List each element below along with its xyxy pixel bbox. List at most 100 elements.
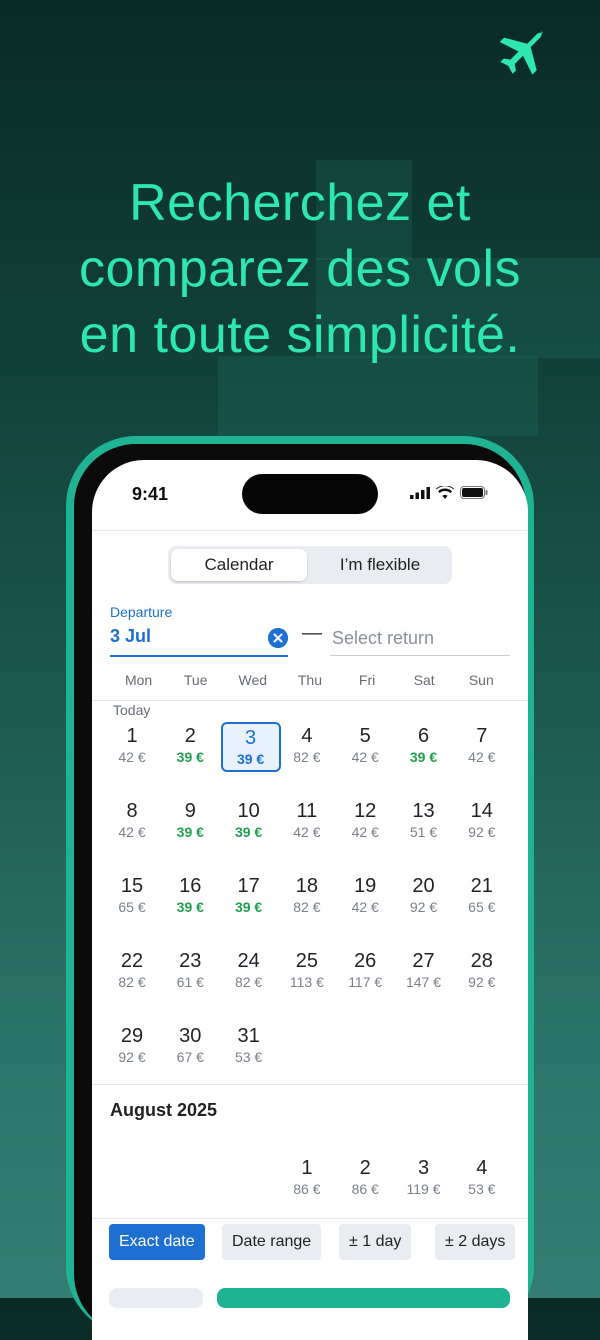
tab-calendar[interactable]: Calendar (171, 549, 307, 581)
day-number: 14 (470, 800, 493, 822)
primary-button[interactable] (217, 1288, 510, 1308)
calendar-day[interactable]: 14 92 € (454, 799, 510, 841)
calendar-day[interactable]: 24 82 € (221, 949, 277, 991)
calendar-day[interactable]: 17 39 € (221, 874, 277, 916)
month-divider (92, 1084, 528, 1085)
day-number: 16 (179, 875, 202, 897)
day-price: 82 € (234, 974, 263, 990)
day-number: 20 (412, 875, 435, 897)
calendar-day[interactable]: 2 39 € (162, 724, 218, 766)
day-price: 42 € (468, 749, 496, 765)
day-number: 27 (412, 950, 435, 972)
day-number: 3 (417, 1157, 430, 1179)
day-price: 82 € (118, 974, 146, 990)
day-number: 3 (245, 727, 257, 749)
calendar-day-selected[interactable]: 3 39 € (220, 722, 281, 772)
calendar-day[interactable]: 9 39 € (162, 799, 218, 841)
calendar-day[interactable]: 10 39 € (221, 799, 277, 841)
day-price: 92 € (409, 899, 438, 915)
departure-input[interactable]: 3 Jul (110, 626, 151, 647)
weekday-label: Sun (468, 672, 494, 688)
day-price: 42 € (118, 824, 146, 840)
calendar-day[interactable]: 7 42 € (454, 724, 510, 766)
calendar-mode-switch: Calendar I’m flexible (168, 546, 452, 584)
day-price: 53 € (234, 1049, 263, 1065)
day-number: 29 (120, 1025, 144, 1047)
return-input[interactable]: Select return (332, 628, 434, 649)
calendar-day[interactable]: 4 53 € (454, 1156, 510, 1198)
calendar-day[interactable]: 21 65 € (454, 874, 510, 916)
secondary-button[interactable] (109, 1288, 203, 1308)
calendar-day[interactable]: 22 82 € (104, 949, 160, 991)
calendar-day[interactable]: 28 92 € (454, 949, 510, 991)
day-price: 39 € (236, 751, 265, 767)
day-number: 30 (179, 1025, 202, 1047)
status-icons (410, 486, 488, 499)
weekday-label: Sat (413, 672, 435, 688)
day-price: 39 € (176, 824, 204, 840)
weekday-label: Mon (124, 672, 153, 688)
calendar-day[interactable]: 8 42 € (104, 799, 160, 841)
battery-icon (460, 486, 488, 499)
calendar-day[interactable]: 25 113 € (279, 949, 335, 991)
calendar-day[interactable]: 26 117 € (337, 949, 393, 991)
calendar-day[interactable]: 29 92 € (104, 1024, 160, 1066)
calendar-day[interactable]: 3 119 € (396, 1156, 452, 1198)
headline-line: comparez des vols (78, 240, 522, 298)
phone-screen: 9:41 Calendar I’m flexible Departure 3 J… (92, 460, 528, 1340)
calendar-day[interactable]: 6 39 € (396, 724, 452, 766)
day-number: 26 (354, 950, 377, 972)
day-price: 42 € (293, 824, 321, 840)
calendar-day[interactable]: 1 42 € (104, 724, 160, 766)
calendar-day[interactable]: 1 86 € (279, 1156, 335, 1198)
dynamic-island (242, 474, 378, 514)
weekday-label: Wed (238, 672, 268, 688)
month-title: August 2025 (110, 1100, 218, 1120)
calendar-day[interactable]: 13 51 € (396, 799, 452, 841)
two-days-chip[interactable]: ± 2 days (435, 1224, 516, 1260)
headline: Recherchez et comparez des vols en toute… (0, 170, 600, 368)
day-number: 31 (237, 1025, 260, 1047)
headline-line: Recherchez et (129, 174, 471, 232)
weekday-label: Thu (297, 672, 322, 688)
clear-icon[interactable] (268, 628, 288, 648)
day-number: 7 (476, 725, 488, 747)
day-number: 18 (295, 875, 319, 897)
calendar-day[interactable]: 4 82 € (279, 724, 335, 766)
day-price: 39 € (234, 899, 263, 915)
one-day-chip[interactable]: ± 1 day (339, 1224, 412, 1260)
headline-line: en toute simplicité. (79, 306, 521, 364)
today-label: Today (113, 702, 151, 718)
date-range-chip[interactable]: Date range (222, 1224, 322, 1260)
calendar-day[interactable]: 19 42 € (337, 874, 393, 916)
calendar-day[interactable]: 16 39 € (162, 874, 218, 916)
day-price: 42 € (351, 749, 379, 765)
calendar-day[interactable]: 27 147 € (396, 949, 452, 991)
exact-date-chip[interactable]: Exact date (109, 1224, 205, 1260)
calendar-day[interactable]: 30 67 € (162, 1024, 218, 1066)
day-price: 53 € (468, 1181, 496, 1197)
day-number: 17 (237, 875, 260, 897)
calendar-day[interactable]: 5 42 € (337, 724, 393, 766)
calendar-day[interactable]: 2 86 € (337, 1156, 393, 1198)
day-price: 82 € (293, 899, 321, 915)
day-number: 9 (184, 800, 196, 822)
calendar-day[interactable]: 11 42 € (279, 799, 335, 841)
weekday-label: Tue (183, 672, 208, 688)
calendar-day[interactable]: 12 42 € (337, 799, 393, 841)
day-price: 67 € (176, 1049, 204, 1065)
day-number: 19 (354, 875, 377, 897)
calendar-day[interactable]: 20 92 € (396, 874, 452, 916)
calendar-day[interactable]: 31 53 € (221, 1024, 277, 1066)
calendar-day[interactable]: 23 61 € (162, 949, 218, 991)
day-price: 113 € (289, 974, 324, 990)
day-price: 42 € (351, 899, 379, 915)
day-price: 82 € (293, 749, 321, 765)
tab-flexible[interactable]: I’m flexible (310, 549, 450, 581)
day-price: 39 € (409, 749, 438, 765)
day-price: 61 € (176, 974, 204, 990)
calendar-day[interactable]: 15 65 € (104, 874, 160, 916)
day-price: 42 € (118, 749, 146, 765)
calendar-day[interactable]: 18 82 € (279, 874, 335, 916)
day-number: 1 (301, 1157, 313, 1179)
